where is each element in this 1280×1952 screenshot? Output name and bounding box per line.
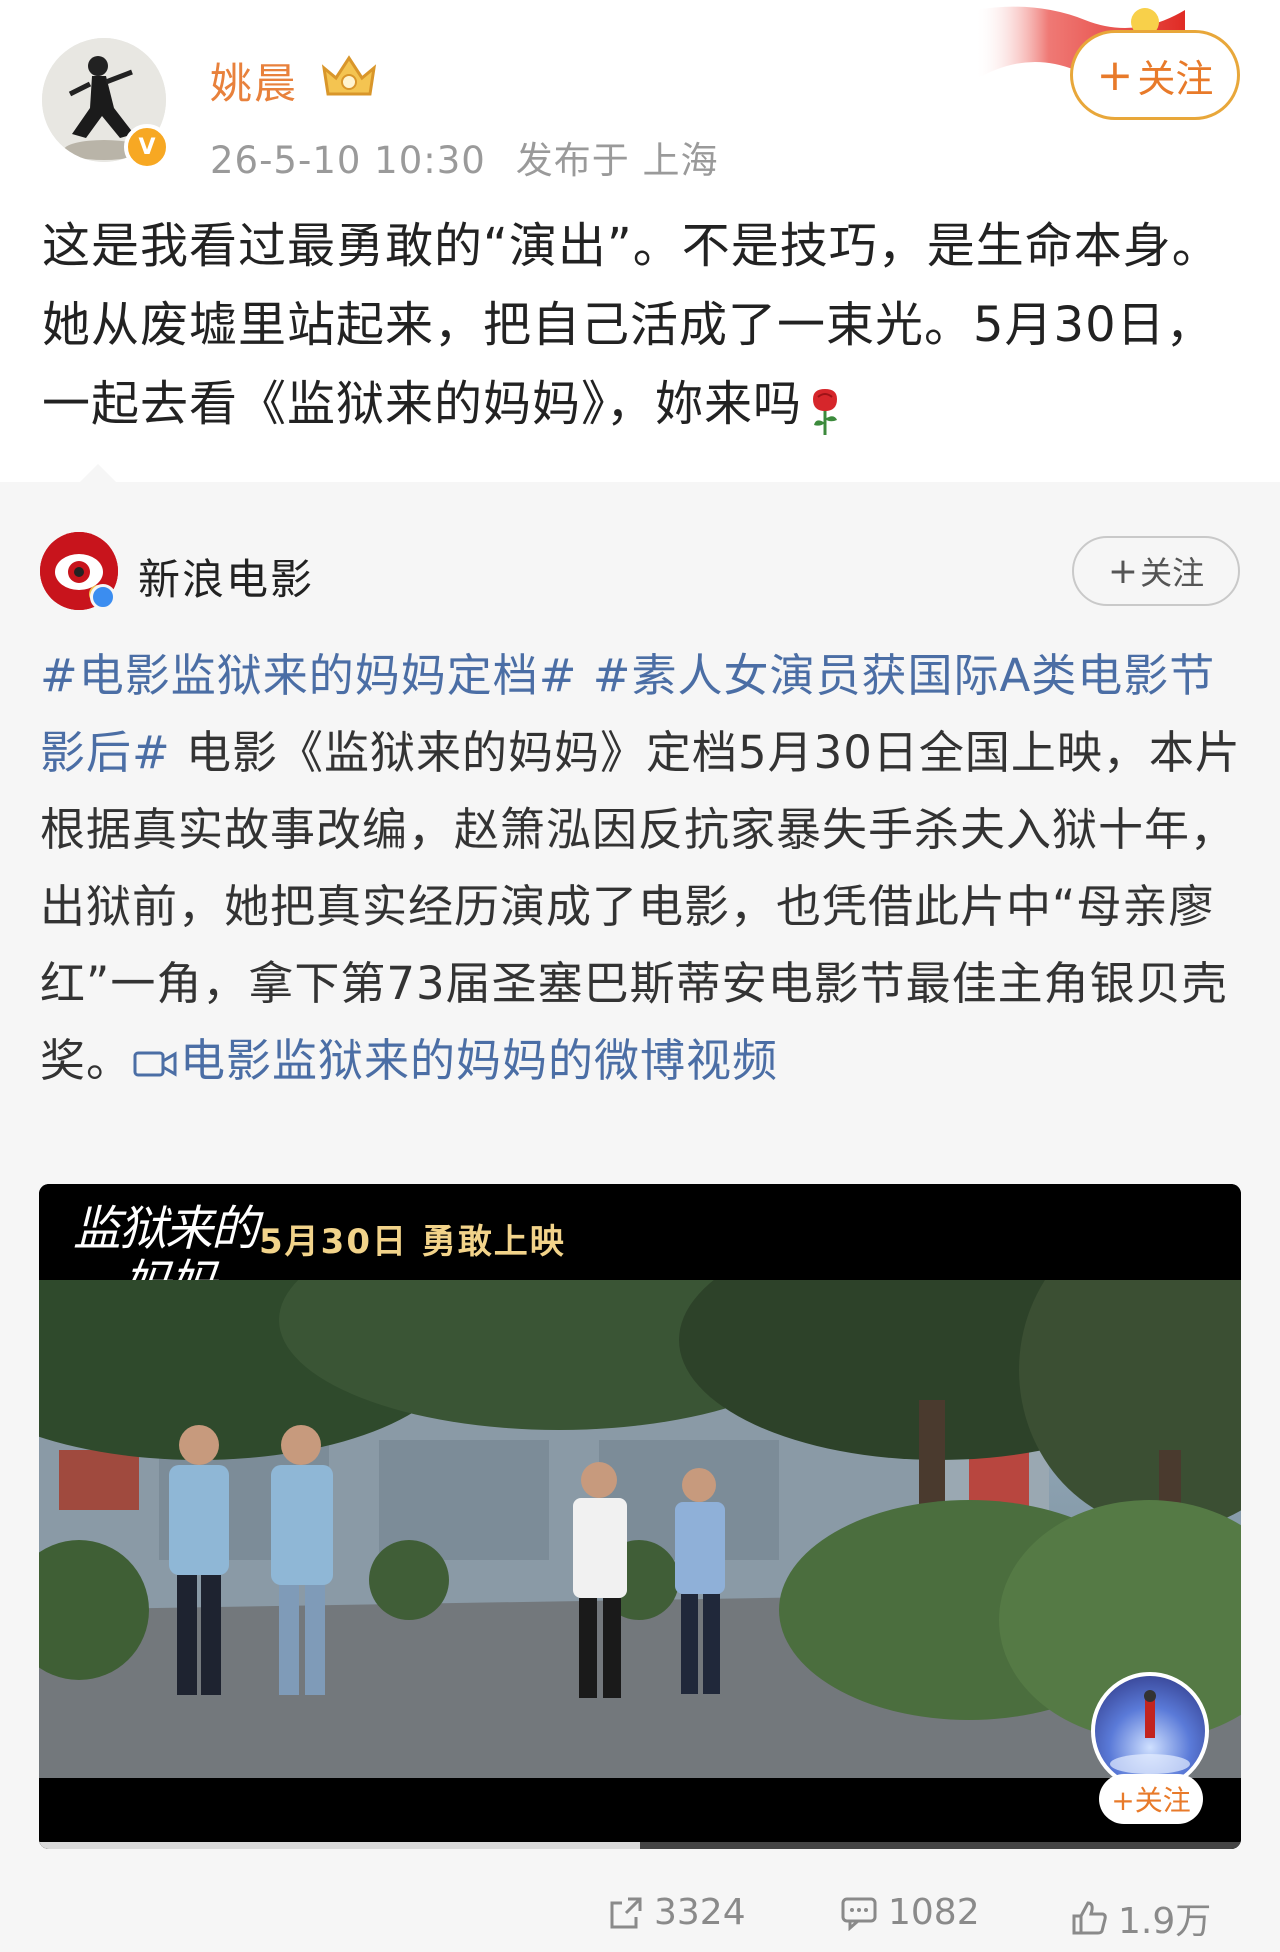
post-location: 发布于 上海	[515, 139, 719, 182]
repost-pointer	[78, 464, 118, 484]
repost-text: #电影监狱来的妈妈定档# #素人女演员获国际A类电影节影后# 电影《监狱来的妈妈…	[40, 637, 1245, 1099]
video-link[interactable]: 电影监狱来的妈妈的微博视频	[132, 1034, 778, 1087]
repost-count: 3324	[654, 1892, 746, 1933]
comment-action[interactable]: 1082	[840, 1892, 980, 1933]
repost-body: 电影《监狱来的妈妈》定档5月30日全国上映，本片根据真实故事改编，赵箫泓因反抗家…	[40, 726, 1241, 1087]
video-progress-fill	[39, 1842, 640, 1849]
repost-author-name[interactable]: 新浪电影	[138, 546, 314, 607]
verified-badge-icon: V	[124, 124, 170, 170]
share-icon	[610, 1897, 642, 1928]
vip-crown-icon	[318, 50, 380, 102]
author-name[interactable]: 姚晨	[210, 50, 298, 111]
repost-follow-button[interactable]: + 关注	[1072, 536, 1240, 606]
post-text: 这是我看过最勇敢的“演出”。不是技巧，是生命本身。她从废墟里站起来，把自己活成了…	[42, 207, 1242, 444]
post-body: 这是我看过最勇敢的“演出”。不是技巧，是生命本身。她从废墟里站起来，把自己活成了…	[42, 218, 1221, 432]
repost-card[interactable]: 新浪电影 + 关注 #电影监狱来的妈妈定档# #素人女演员获国际A类电影节影后# …	[0, 482, 1280, 1952]
post-header: V 姚晨 26-5-10 10:30 发布于 上海 + 关注	[0, 0, 1280, 182]
video-player[interactable]: 监狱来的 妈妈 5月30日 勇敢上映	[39, 1184, 1241, 1849]
follow-button[interactable]: + 关注	[1070, 30, 1240, 120]
comment-icon	[841, 1897, 877, 1931]
mini-follow-button[interactable]: +关注	[1099, 1774, 1203, 1824]
topic-link[interactable]: #电影监狱来的妈妈定档#	[40, 649, 577, 702]
plus-icon: +	[1096, 49, 1134, 101]
post-meta: 26-5-10 10:30 发布于 上海	[210, 130, 749, 184]
plus-icon: +	[1107, 550, 1139, 592]
video-bottom-band	[39, 1778, 1241, 1849]
like-action[interactable]: 1.9万	[1070, 1892, 1211, 1944]
blue-verified-icon	[90, 584, 116, 610]
thumbs-up-icon	[1072, 1901, 1107, 1935]
rose-icon	[808, 382, 842, 435]
video-tagline: 5月30日 勇敢上映	[259, 1222, 566, 1262]
video-frame	[39, 1210, 1241, 1778]
video-camera-icon	[133, 1051, 177, 1077]
like-count: 1.9万	[1118, 1901, 1212, 1942]
repost-action[interactable]: 3324	[608, 1892, 746, 1933]
comment-count: 1082	[888, 1892, 980, 1933]
post-timestamp: 26-5-10 10:30	[210, 139, 486, 182]
action-bar: 3324 1082 1.9万	[0, 1892, 1280, 1952]
mini-avatar[interactable]	[1091, 1672, 1209, 1790]
